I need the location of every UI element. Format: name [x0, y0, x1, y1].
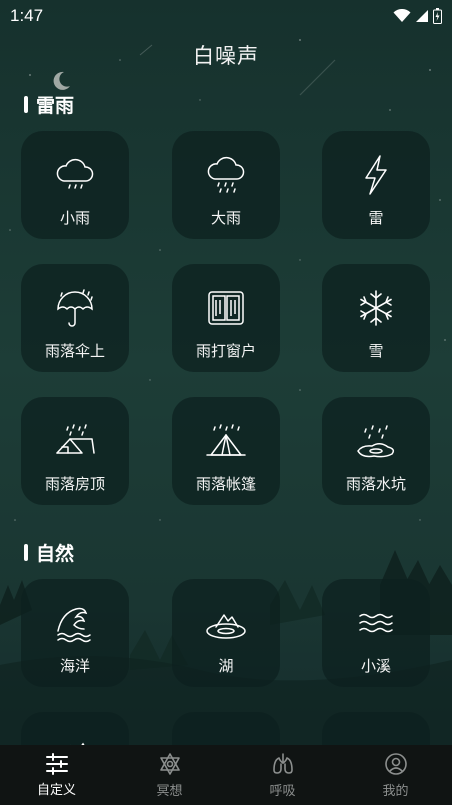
meditation-star-icon: [159, 752, 180, 775]
tile-label: 小雨: [59, 209, 90, 227]
nav-label: 我的: [382, 783, 409, 799]
battery-icon: [433, 8, 442, 24]
lightning-bolt-icon: [354, 153, 398, 197]
section-label: 雷雨: [36, 95, 75, 117]
section-marker: [24, 544, 28, 561]
user-profile-icon: [384, 752, 407, 775]
tile-label: 雨落水坑: [345, 475, 406, 493]
signal-icon: [416, 10, 428, 22]
roof-rain-icon: [53, 419, 97, 463]
stream-waves-icon: [354, 601, 398, 645]
wifi-icon: [393, 9, 411, 22]
tent-rain-icon: [204, 419, 248, 463]
sound-tile-stream[interactable]: 小溪: [322, 579, 430, 687]
sliders-icon: [45, 752, 68, 775]
sound-tile-heavy-rain[interactable]: 大雨: [172, 131, 280, 239]
tile-label: 小溪: [360, 657, 391, 675]
nav-label: 自定义: [36, 782, 76, 798]
lungs-icon: [272, 752, 293, 774]
tile-label: 雷: [368, 209, 384, 227]
snowflake-icon: [354, 286, 398, 330]
tile-label: 雨落帐篷: [195, 475, 256, 493]
sound-tile-thunder[interactable]: 雷: [322, 131, 430, 239]
nav-label: 呼吸: [269, 783, 296, 799]
ocean-wave-icon: [53, 601, 97, 645]
nav-label: 冥想: [156, 783, 183, 799]
nav-tab-breathing[interactable]: 呼吸: [243, 752, 323, 799]
sound-tile-light-rain[interactable]: 小雨: [21, 131, 129, 239]
sound-tile-ocean[interactable]: 海洋: [21, 579, 129, 687]
status-bar: 1:47: [0, 0, 452, 32]
sound-tile-rain-on-umbrella[interactable]: 雨落伞上: [21, 264, 129, 372]
lake-icon: [204, 601, 248, 645]
nav-tab-profile[interactable]: 我的: [356, 752, 436, 799]
moon-icon: [53, 71, 70, 90]
window-icon: [204, 286, 248, 330]
section-header-thunderstorm: 雷雨: [24, 91, 74, 118]
light-rain-cloud-icon: [53, 153, 97, 197]
tile-label: 大雨: [210, 209, 241, 227]
status-icons: [393, 8, 442, 24]
tile-label: 湖: [218, 657, 234, 675]
sound-tile-snow[interactable]: 雪: [322, 264, 430, 372]
sound-tile-rain-on-roof[interactable]: 雨落房顶: [21, 397, 129, 505]
page-title: 白噪声: [193, 44, 259, 68]
puddle-rain-icon: [354, 419, 398, 463]
sound-tile-lake[interactable]: 湖: [172, 579, 280, 687]
bottom-navigation: 自定义 冥想 呼吸 我的: [0, 745, 452, 805]
sound-tile-rain-on-window[interactable]: 雨打窗户: [172, 264, 280, 372]
tile-label: 海洋: [59, 657, 90, 675]
section-label: 自然: [36, 543, 75, 565]
sound-tile-rain-on-tent[interactable]: 雨落帐篷: [172, 397, 280, 505]
section-marker: [24, 96, 28, 113]
sound-tile-rain-in-puddle[interactable]: 雨落水坑: [322, 397, 430, 505]
heavy-rain-cloud-icon: [204, 153, 248, 197]
status-time: 1:47: [10, 6, 44, 25]
umbrella-rain-icon: [53, 286, 97, 330]
tile-label: 雨落房顶: [44, 475, 105, 493]
nav-tab-meditation[interactable]: 冥想: [130, 752, 210, 799]
section-header-nature: 自然: [24, 539, 74, 566]
tile-label: 雨打窗户: [195, 342, 256, 360]
tile-label: 雪: [368, 342, 384, 360]
nav-tab-custom[interactable]: 自定义: [17, 752, 97, 798]
tile-label: 雨落伞上: [44, 342, 105, 360]
